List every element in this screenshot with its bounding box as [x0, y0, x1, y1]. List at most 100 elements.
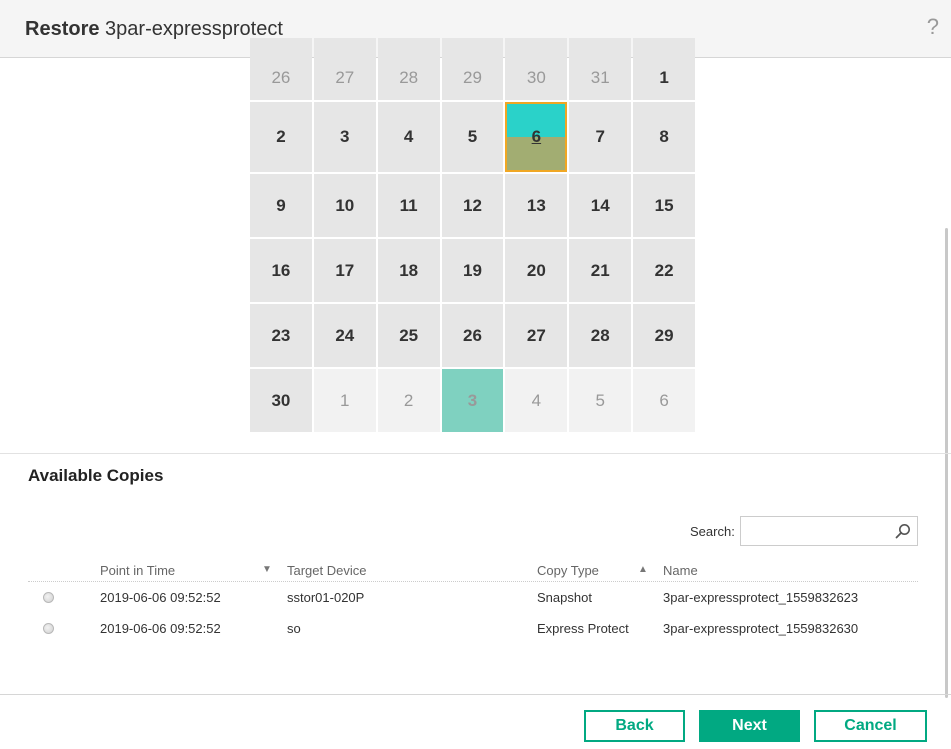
calendar-day-number: 4 [403, 127, 414, 146]
sort-desc-icon[interactable]: ▼ [262, 564, 272, 575]
calendar-day[interactable]: 26 [441, 304, 504, 367]
calendar-day-number: 29 [463, 68, 482, 87]
calendar-day[interactable]: 14 [569, 174, 632, 237]
back-button[interactable]: Back [584, 710, 685, 742]
calendar-day[interactable]: 5 [569, 369, 632, 432]
calendar-day-number: 4 [531, 390, 542, 410]
calendar-day-number: 6 [531, 127, 542, 146]
calendar-day[interactable]: 20 [505, 239, 568, 302]
cell-target-device: so [287, 621, 301, 636]
cell-point-in-time: 2019-06-06 09:52:52 [100, 621, 221, 636]
calendar-day[interactable]: 28 [569, 304, 632, 367]
calendar-day[interactable]: 22 [633, 239, 696, 302]
calendar-day[interactable]: 8 [633, 102, 696, 172]
calendar-day-number: 23 [271, 325, 291, 345]
calendar-day-number: 30 [526, 68, 546, 87]
search-label: Search: [690, 524, 735, 539]
col-point-in-time[interactable]: Point in Time [100, 563, 175, 578]
calendar-day[interactable]: 16 [250, 239, 312, 302]
calendar-day-number: 11 [399, 195, 418, 215]
cell-target-device: sstor01-020P [287, 590, 365, 605]
cancel-button[interactable]: Cancel [814, 710, 927, 742]
calendar-day[interactable]: 24 [313, 304, 376, 367]
footer-divider [0, 694, 951, 695]
calendar-day[interactable]: 2 [250, 102, 312, 172]
calendar-day[interactable]: 1 [313, 369, 376, 432]
calendar-day[interactable]: 19 [441, 239, 504, 302]
table-header: Point in Time ▼ Target Device Copy Type … [28, 560, 918, 582]
calendar-day[interactable]: 4 [505, 369, 568, 432]
cell-name: 3par-expressprotect_1559832623 [663, 590, 859, 605]
calendar-day-number: 30 [271, 390, 291, 410]
cell-name: 3par-expressprotect_1559832630 [663, 621, 859, 636]
calendar-day[interactable]: 5 [441, 102, 504, 172]
calendar-day[interactable]: 1 [633, 38, 696, 100]
calendar-day[interactable]: 27 [313, 38, 376, 100]
calendar-day-number: 18 [399, 260, 419, 280]
row-radio-button[interactable] [43, 623, 54, 634]
col-copy-type[interactable]: Copy Type [537, 563, 599, 578]
calendar-day-number: 22 [654, 260, 674, 280]
calendar-day[interactable]: 15 [633, 174, 696, 237]
calendar-day[interactable]: 21 [569, 239, 632, 302]
calendar-week-row: 9 10 11 12 13 14 15 [250, 174, 696, 239]
next-button[interactable]: Next [699, 710, 800, 742]
col-name[interactable]: Name [663, 563, 698, 578]
calendar-day-number: 6 [659, 390, 669, 410]
calendar-day-number: 29 [654, 325, 674, 345]
calendar-day[interactable]: 30 [505, 38, 568, 100]
calendar-day-number: 2 [403, 390, 414, 410]
calendar-day[interactable]: 27 [505, 304, 568, 367]
calendar-day[interactable]: 17 [313, 239, 376, 302]
calendar-day-selected[interactable]: 6 [505, 102, 568, 172]
calendar-day[interactable]: 25 [377, 304, 440, 367]
calendar-day[interactable]: 18 [377, 239, 440, 302]
calendar-day-number: 20 [526, 260, 546, 280]
calendar-day[interactable]: 11 [377, 174, 440, 237]
calendar-day[interactable]: 4 [377, 102, 440, 172]
calendar-day-number: 26 [463, 325, 482, 345]
calendar-day-today[interactable]: 3 [441, 369, 504, 432]
calendar-day-number: 21 [590, 260, 610, 280]
calendar-week-row: 26 27 28 29 30 31 1 [250, 38, 696, 102]
calendar-day[interactable]: 12 [441, 174, 504, 237]
search-input[interactable] [740, 516, 918, 546]
calendar-day-number: 3 [467, 390, 478, 410]
calendar-day[interactable]: 9 [250, 174, 312, 237]
calendar-day-number: 17 [335, 260, 355, 280]
calendar-week-row: 30 1 2 3 4 5 6 [250, 369, 696, 434]
dialog-title-name: 3par-expressprotect [105, 18, 283, 40]
calendar-day-number: 9 [276, 195, 286, 215]
vertical-scrollbar[interactable] [945, 228, 948, 698]
calendar-day[interactable]: 31 [569, 38, 632, 100]
calendar-day[interactable]: 26 [250, 38, 312, 100]
section-divider [0, 453, 951, 454]
calendar-day[interactable]: 13 [505, 174, 568, 237]
calendar-day-number: 24 [335, 325, 355, 345]
dialog-title-action: Restore [25, 18, 100, 40]
calendar-day[interactable]: 30 [250, 369, 312, 432]
col-target-device[interactable]: Target Device [287, 563, 366, 578]
row-radio-button[interactable] [43, 592, 54, 603]
calendar-day-number: 26 [271, 68, 291, 87]
calendar-day[interactable]: 2 [377, 369, 440, 432]
calendar-day-number: 7 [595, 127, 605, 146]
calendar-day[interactable]: 29 [441, 38, 504, 100]
calendar-day[interactable]: 10 [313, 174, 376, 237]
help-icon[interactable]: ? [927, 14, 939, 40]
sort-asc-icon[interactable]: ▲ [638, 564, 648, 575]
calendar-day[interactable]: 3 [313, 102, 376, 172]
calendar-day[interactable]: 23 [250, 304, 312, 367]
calendar-day[interactable]: 6 [633, 369, 696, 432]
table-row[interactable]: 2019-06-06 09:52:52 so Express Protect 3… [28, 613, 918, 644]
table-row[interactable]: 2019-06-06 09:52:52 sstor01-020P Snapsho… [28, 582, 918, 613]
calendar-day-number: 27 [335, 68, 355, 87]
calendar-day[interactable]: 7 [569, 102, 632, 172]
calendar-day-number: 5 [595, 390, 605, 410]
calendar-day[interactable]: 29 [633, 304, 696, 367]
calendar-day-number: 12 [463, 195, 482, 215]
calendar-day-number: 28 [399, 68, 419, 87]
copies-table: Point in Time ▼ Target Device Copy Type … [28, 560, 918, 644]
search-icon[interactable] [895, 523, 911, 539]
calendar-day[interactable]: 28 [377, 38, 440, 100]
